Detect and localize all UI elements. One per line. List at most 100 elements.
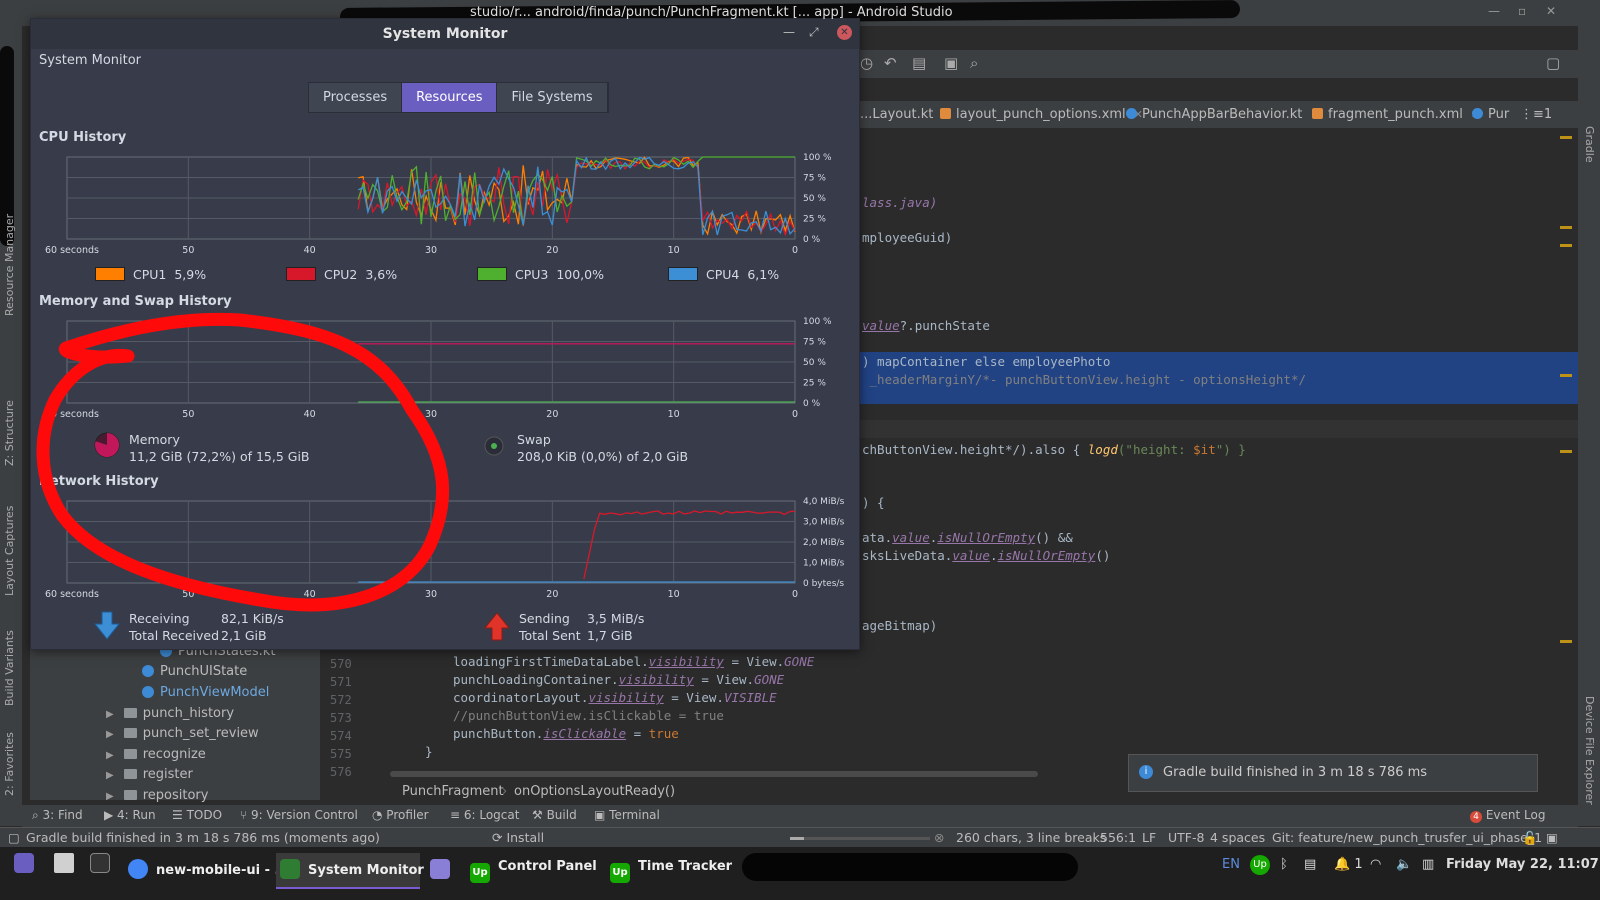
expand-arrow-icon[interactable]: ▶ (106, 750, 114, 761)
tab-file[interactable]: ...Layout.kt✕ (860, 107, 951, 122)
cancel-icon[interactable]: ⊗ (934, 830, 944, 845)
color-swatch[interactable] (95, 267, 125, 281)
x-tick-label: 20 (546, 245, 558, 256)
color-swatch[interactable] (668, 267, 698, 281)
legend-cpu4[interactable]: CPU4 6,1% (668, 267, 779, 282)
notification-balloon[interactable]: i Gradle build finished in 3 m 18 s 786 … (1128, 754, 1538, 792)
expand-arrow-icon[interactable]: ▶ (106, 770, 114, 781)
indent-setting[interactable]: 4 spaces (1210, 830, 1265, 845)
avatar-icon[interactable]: ▢ (1546, 54, 1560, 72)
cursor-position[interactable]: 556:1 (1100, 830, 1136, 845)
revert-icon[interactable]: ↶ (884, 54, 897, 72)
x-tick-label: 30 (425, 409, 437, 420)
tab-overflow-icon[interactable]: ⋮≡1 (1520, 107, 1552, 122)
network-section-title: Network History (39, 474, 159, 489)
tree-item[interactable]: ▶ punch_set_review (106, 726, 259, 741)
tree-item[interactable]: ▶ repository (106, 788, 208, 803)
expand-arrow-icon[interactable]: ▶ (106, 729, 114, 740)
flag-icon[interactable]: ▤ (1304, 857, 1316, 872)
upwork-tray-icon[interactable]: Up (1250, 855, 1270, 875)
git-branch[interactable]: Git: feature/new_punch_trusfer_ui_phase_… (1272, 830, 1542, 845)
tree-item[interactable]: ▶ recognize (106, 747, 206, 762)
keyboard-layout[interactable]: EN (1222, 857, 1240, 872)
minimize-icon[interactable]: — (1488, 4, 1500, 18)
tool-logcat[interactable]: ≡ 6: Logcat (450, 808, 519, 822)
task-system-monitor[interactable]: System Monitor (276, 853, 424, 889)
breadcrumb-item[interactable]: onOptionsLayoutReady() (514, 784, 675, 799)
file-manager-icon[interactable] (54, 853, 80, 889)
tab-file[interactable]: Pur (1472, 107, 1509, 122)
receiving-values: 82,1 KiB/s 2,1 GiB (221, 610, 284, 644)
tool-profiler[interactable]: ◔ Profiler (372, 808, 429, 822)
task-time-tracker[interactable]: Up Time Tracker (606, 853, 736, 889)
tree-item[interactable]: PunchViewModel (142, 685, 269, 700)
maximize-icon[interactable]: ⤢ (809, 25, 819, 40)
clock[interactable]: Friday May 22, 11:07 (1446, 857, 1599, 872)
y-tick-label: 0 % (803, 399, 821, 409)
window-titlebar[interactable]: System Monitor — ⤢ ✕ (31, 19, 859, 49)
panel-toggle-icon[interactable]: ▢ (8, 830, 20, 845)
memory-indicator-icon[interactable]: ▣ (1546, 830, 1558, 845)
legend-cpu2[interactable]: CPU2 3,6% (286, 267, 397, 282)
tool-todo[interactable]: ☰ TODO (172, 808, 222, 822)
legend-cpu3[interactable]: CPU3 100,0% (477, 267, 604, 282)
tool-version-control[interactable]: ⑂ 9: Version Control (240, 808, 358, 822)
tool-terminal[interactable]: ▣ Terminal (594, 808, 660, 822)
lock-icon[interactable]: 🔓 (1522, 830, 1538, 846)
tool-structure[interactable]: Z: Structure (3, 400, 16, 466)
file-encoding[interactable]: UTF-8 (1168, 830, 1204, 845)
tool-gradle[interactable]: Gradle (1583, 126, 1596, 163)
tree-item[interactable]: ▶ register (106, 767, 193, 782)
expand-arrow-icon[interactable]: ▶ (106, 709, 114, 720)
sending-arrow-icon[interactable] (483, 611, 511, 641)
tool-find[interactable]: ⌕ 3: Find (32, 808, 83, 823)
expand-arrow-icon[interactable]: ▶ (106, 791, 114, 802)
close-icon[interactable]: ✕ (1546, 4, 1556, 18)
notification-icon[interactable]: 🔔 1 (1334, 857, 1363, 872)
sending-values: 3,5 MiB/s 1,7 GiB (587, 610, 644, 644)
legend-cpu1[interactable]: CPU1 5,9% (95, 267, 206, 282)
volume-icon[interactable]: 🔈 (1396, 857, 1412, 872)
tool-resource-manager[interactable]: Resource Manager (3, 214, 16, 316)
app-menu-icon[interactable] (14, 853, 40, 889)
terminal-launcher-icon[interactable] (90, 853, 116, 889)
wifi-icon[interactable]: ◠ (1370, 857, 1381, 872)
close-icon[interactable]: ✕ (837, 25, 852, 40)
code-line: ) { (862, 495, 885, 510)
line-separator[interactable]: LF (1142, 830, 1156, 845)
receiving-arrow-icon[interactable] (93, 611, 121, 641)
tool-build[interactable]: ⚒ Build (532, 808, 577, 822)
swap-pie-icon[interactable] (483, 435, 505, 457)
tool-event-log[interactable]: 4 Event Log (1470, 808, 1545, 823)
tool-device-file-explorer[interactable]: Device File Explorer (1583, 696, 1596, 805)
search-icon[interactable]: ⌕ (970, 54, 978, 72)
folder-icon[interactable]: ▤ (912, 54, 926, 72)
bluetooth-icon[interactable]: ᛒ (1280, 857, 1288, 872)
tab-resources[interactable]: Resources (402, 83, 498, 112)
folder-launcher-icon[interactable] (430, 853, 456, 889)
tool-run[interactable]: ▶ 4: Run (104, 808, 156, 822)
color-swatch[interactable] (286, 267, 316, 281)
horizontal-scrollbar[interactable] (390, 771, 1038, 777)
history-icon[interactable]: ◷ (860, 54, 873, 72)
tab-file[interactable]: PunchAppBarBehavior.kt✕ (1126, 107, 1320, 122)
color-swatch[interactable] (477, 267, 507, 281)
tool-layout-captures[interactable]: Layout Captures (3, 506, 16, 596)
tree-item[interactable]: PunchUIState (142, 664, 247, 679)
tab-processes[interactable]: Processes (309, 83, 403, 112)
clipboard-icon[interactable]: ▥ (1422, 857, 1434, 872)
network-history-graph: 60 seconds 50 40 30 20 10 0 4,0 MiB/s 3,0 MiB/s 2… (45, 497, 845, 600)
minimize-icon[interactable]: — (783, 25, 795, 39)
tool-favorites[interactable]: 2: Favorites (3, 732, 16, 796)
tab-file[interactable]: fragment_punch.xml✕ (1312, 107, 1480, 122)
memory-pie-icon[interactable] (93, 431, 121, 459)
tab-file-systems[interactable]: File Systems (497, 83, 608, 112)
task-chrome[interactable]: new-mobile-ui - ... (124, 853, 289, 889)
maximize-icon[interactable]: ▫ (1518, 4, 1526, 18)
breadcrumb-item[interactable]: PunchFragment (402, 784, 504, 799)
tab-file[interactable]: layout_punch_options.xml ✕ (940, 107, 1143, 122)
tool-build-variants[interactable]: Build Variants (3, 630, 16, 706)
tree-item[interactable]: ▶ punch_history (106, 706, 234, 721)
terminal-icon[interactable]: ▣ (944, 54, 958, 72)
task-control-panel[interactable]: Up Control Panel (466, 853, 597, 889)
